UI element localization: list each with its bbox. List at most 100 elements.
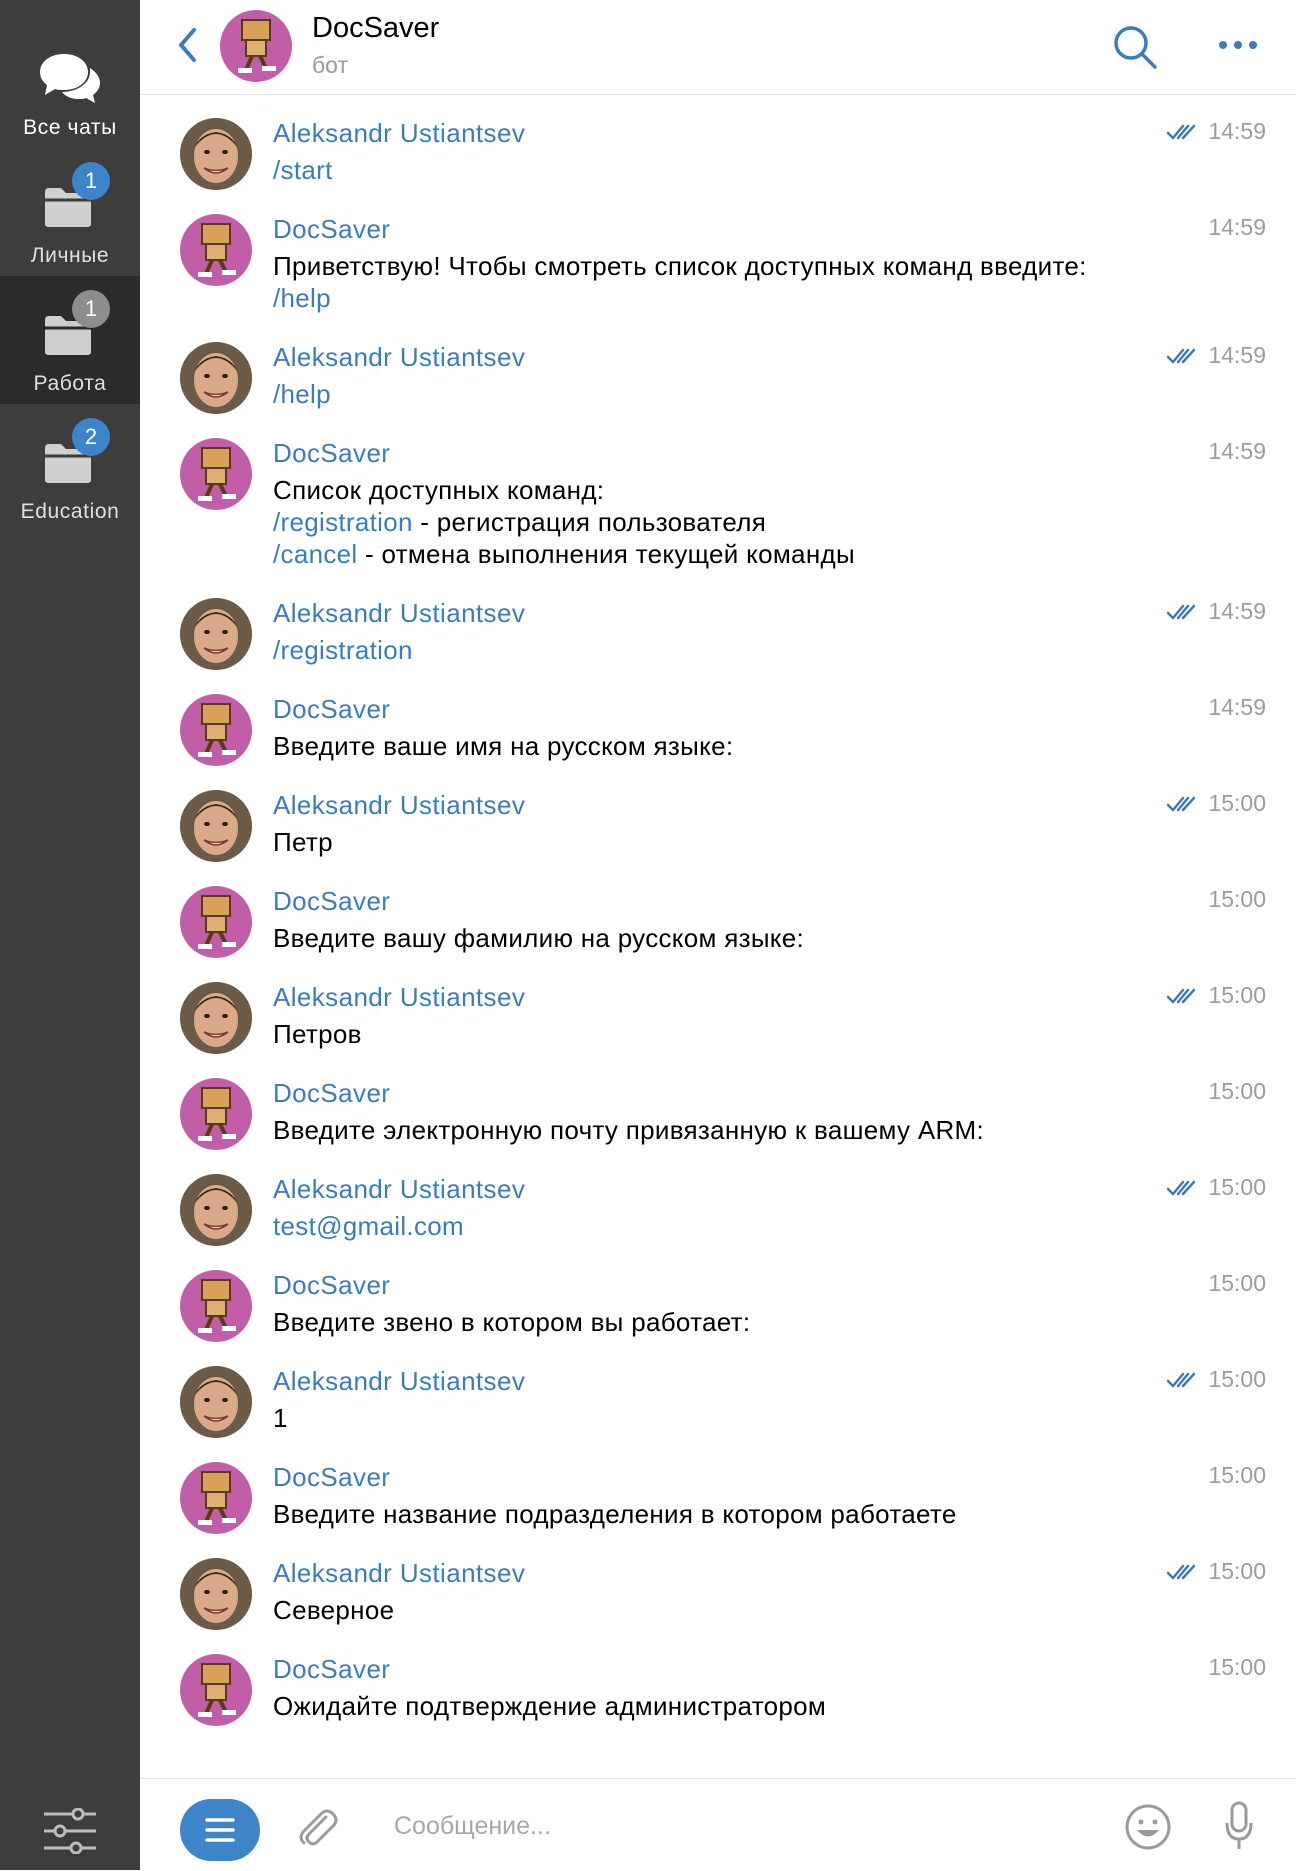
sender-name[interactable]: DocSaver [273,1462,390,1493]
command-link[interactable]: test@gmail.com [273,1211,464,1241]
sender-name[interactable]: DocSaver [273,1078,390,1109]
user-avatar[interactable] [180,118,252,190]
double-check-icon [1166,796,1196,812]
sender-name[interactable]: DocSaver [273,214,390,245]
message-time: 15:00 [1208,1654,1266,1680]
folder-work[interactable]: 1 Работа [0,276,140,404]
folder-unread-badge: 2 [72,418,110,456]
message-line: Ожидайте подтверждение администратором [273,1690,1143,1722]
chat-bubbles-icon [40,54,100,103]
message-text: Петров [273,1018,1143,1050]
message-time: 14:59 [1208,342,1266,368]
command-link[interactable]: /help [273,379,331,409]
sender-name[interactable]: Aleksandr Ustiantsev [273,790,525,821]
message-line: Введите вашу фамилию на русском языке: [273,922,1143,954]
bot-avatar[interactable] [180,694,252,766]
message-input[interactable] [392,1803,1076,1849]
command-link[interactable]: /cancel [273,539,357,569]
message-text: 1 [273,1402,1143,1434]
composer-bar [140,1778,1296,1871]
user-avatar[interactable] [180,598,252,670]
robot-mascot-icon [198,703,236,757]
sender-name[interactable]: DocSaver [273,1654,390,1685]
message-time: 14:59 [1208,598,1266,624]
message-text: Северное [273,1594,1143,1626]
user-avatar[interactable] [180,342,252,414]
folder-education[interactable]: 2 Education [0,404,140,532]
text-span: - регистрация пользователя [412,507,767,537]
sender-name[interactable]: DocSaver [273,1270,390,1301]
bot-avatar[interactable] [180,1270,252,1342]
filter-settings-icon[interactable] [42,1808,98,1854]
double-check-icon [1166,1564,1196,1580]
sender-name[interactable]: Aleksandr Ustiantsev [273,1558,525,1589]
bot-avatar[interactable] [180,1462,252,1534]
text-span: Введите ваше имя на русском языке: [273,731,734,761]
paperclip-icon[interactable] [296,1805,340,1851]
folder-label: Работа [33,372,107,395]
message-time: 15:00 [1208,790,1266,816]
message-time: 14:59 [1208,694,1266,720]
bot-avatar[interactable] [180,1654,252,1726]
message-line: /registration [273,634,1143,666]
command-link[interactable]: /help [273,283,331,313]
bot-avatar[interactable] [180,438,252,510]
chat-title: DocSaver [312,12,440,44]
more-options-icon[interactable] [1218,40,1258,50]
bot-menu-button[interactable] [180,1799,260,1861]
text-span: Введите звено в котором вы работает: [273,1307,751,1337]
emoji-icon[interactable] [1124,1803,1172,1851]
robot-mascot-icon [198,1279,236,1333]
user-photo-icon [180,342,252,414]
command-link[interactable]: /registration [273,507,413,537]
message-text: Введите название подразделения в котором… [273,1498,1143,1530]
sender-name[interactable]: Aleksandr Ustiantsev [273,982,525,1013]
user-avatar[interactable] [180,1366,252,1438]
folder-personal[interactable]: 1 Личные [0,148,140,276]
user-avatar[interactable] [180,982,252,1054]
back-chevron-icon[interactable] [176,26,198,64]
text-span: Введите название подразделения в котором… [273,1499,957,1529]
robot-mascot-icon [198,223,236,277]
robot-mascot-icon [198,1087,236,1141]
robot-mascot-icon [238,19,276,73]
command-link[interactable]: /registration [273,635,413,665]
user-photo-icon [180,982,252,1054]
sender-name[interactable]: Aleksandr Ustiantsev [273,1366,525,1397]
message-time: 15:00 [1208,1558,1266,1584]
user-avatar[interactable] [180,790,252,862]
double-check-icon [1166,348,1196,364]
text-span: Введите электронную почту привязанную к … [273,1115,985,1145]
sender-name[interactable]: Aleksandr Ustiantsev [273,1174,525,1205]
bot-avatar[interactable] [180,886,252,958]
menu-lines-icon [205,1818,235,1842]
user-avatar[interactable] [180,1558,252,1630]
sender-name[interactable]: DocSaver [273,694,390,725]
search-icon[interactable] [1112,24,1158,70]
message-line: Список доступных команд: [273,474,1143,506]
command-link[interactable]: /start [273,155,333,185]
microphone-icon[interactable] [1224,1801,1254,1853]
sender-name[interactable]: Aleksandr Ustiantsev [273,342,525,373]
message-text: Петр [273,826,1143,858]
message-line: /registration - регистрация пользователя [273,506,1143,538]
sender-name[interactable]: DocSaver [273,886,390,917]
bot-avatar[interactable] [180,214,252,286]
user-photo-icon [180,1174,252,1246]
bot-avatar[interactable] [220,10,292,82]
folder-all-chats[interactable]: Все чаты [0,20,140,148]
sender-name[interactable]: DocSaver [273,438,390,469]
sender-name[interactable]: Aleksandr Ustiantsev [273,598,525,629]
message-line: Приветствую! Чтобы смотреть список досту… [273,250,1143,314]
bot-avatar[interactable] [180,1078,252,1150]
message-text: Введите звено в котором вы работает: [273,1306,1143,1338]
message-text: /registration [273,634,1143,666]
text-span: Северное [273,1595,395,1625]
double-check-icon [1166,988,1196,1004]
message-line: Петров [273,1018,1143,1050]
message-time: 15:00 [1208,1078,1266,1104]
message-text: Приветствую! Чтобы смотреть список досту… [273,250,1143,314]
sender-name[interactable]: Aleksandr Ustiantsev [273,118,525,149]
double-check-icon [1166,1372,1196,1388]
user-avatar[interactable] [180,1174,252,1246]
